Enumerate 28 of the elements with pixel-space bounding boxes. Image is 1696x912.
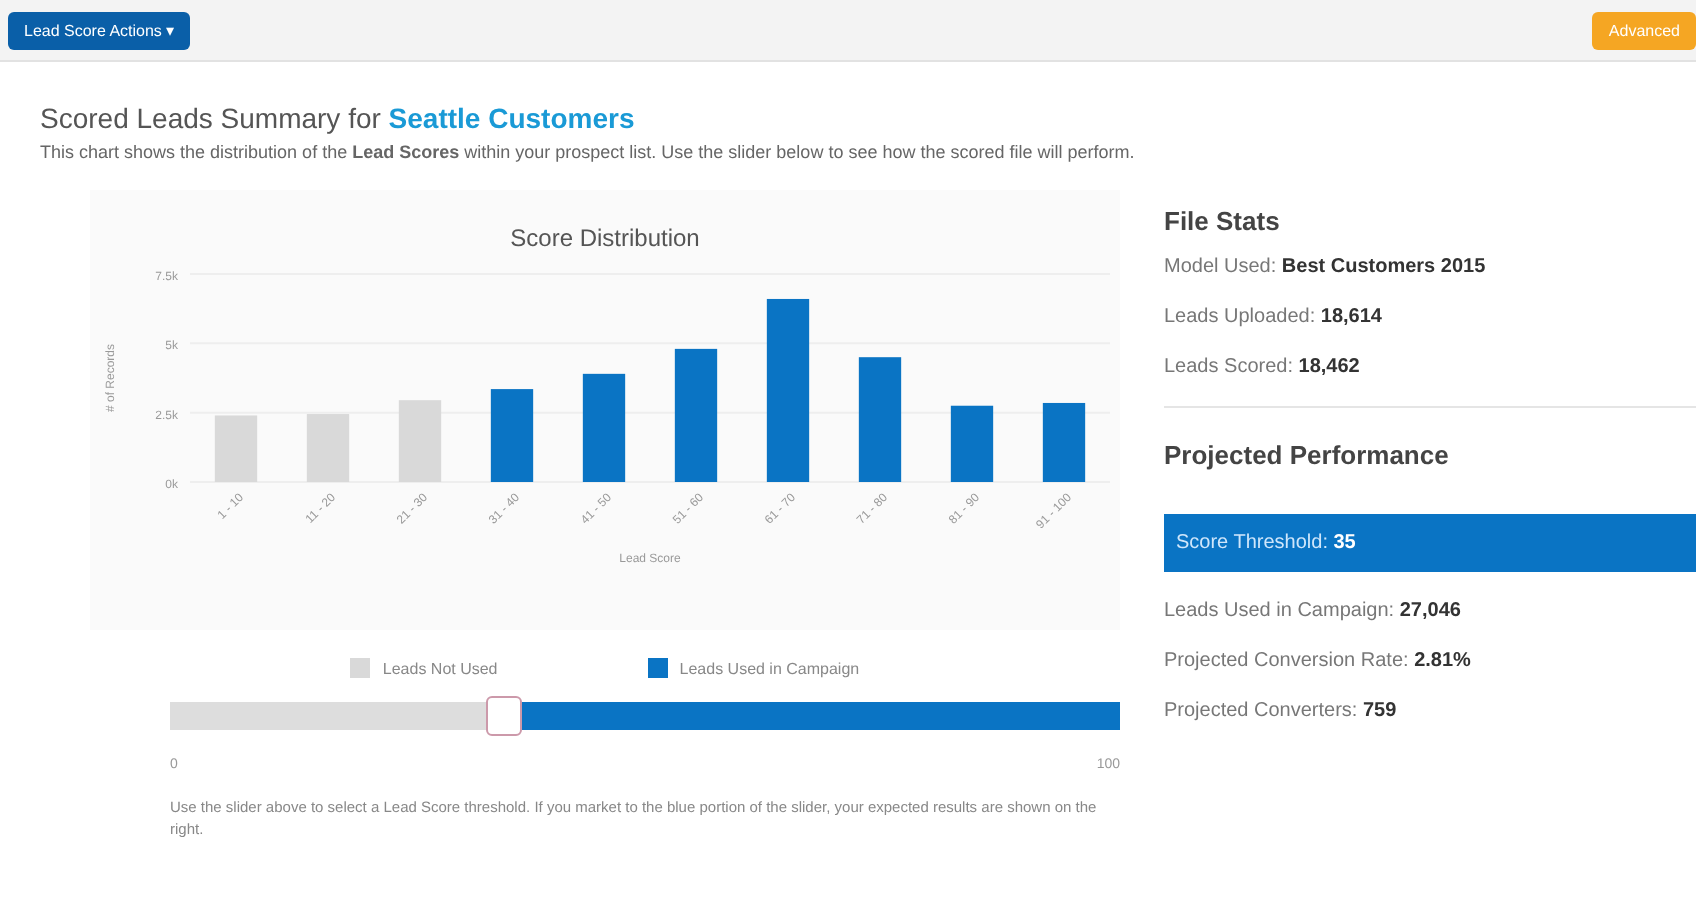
section-title: Projected Performance xyxy=(1164,440,1451,470)
bar xyxy=(950,405,994,482)
bar xyxy=(582,373,626,482)
actions-dropdown-button[interactable]: Lead Score Actions ▾ xyxy=(8,11,191,49)
bar xyxy=(674,348,718,482)
advanced-button[interactable]: Advanced xyxy=(1592,11,1696,49)
bar xyxy=(214,415,258,482)
stat-text: Projected Conversion Rate: 2.81% xyxy=(1164,650,1473,672)
list-link[interactable]: Seattle Customers xyxy=(388,102,635,134)
chart-title: Score Distribution xyxy=(510,224,700,252)
legend-label: Leads Not Used xyxy=(382,659,498,677)
stat-text: Model Used: Best Customers 2015 xyxy=(1164,256,1488,278)
stat-text: Projected Converters: 759 xyxy=(1164,700,1399,722)
bar xyxy=(306,414,350,482)
stat-text: Leads Scored: 18,462 xyxy=(1164,356,1362,378)
page-title: Scored Leads Summary for xyxy=(40,102,383,134)
description-text: This chart shows the distribution of the Lead Scores within your prospect list. Use the slider below to see how the scored file will perform. xyxy=(40,142,1137,162)
slider-handle[interactable] xyxy=(486,696,523,736)
bar xyxy=(398,400,442,482)
bar xyxy=(1042,402,1086,482)
bar xyxy=(858,357,902,482)
bar xyxy=(490,389,534,482)
legend-label: Leads Used in Campaign xyxy=(679,659,860,677)
stat-text: Leads Used in Campaign: 27,046 xyxy=(1164,600,1463,622)
stat-text: Leads Uploaded: 18,614 xyxy=(1164,306,1384,328)
section-title: File Stats xyxy=(1164,206,1282,236)
threshold-slider[interactable] xyxy=(170,702,1120,730)
threshold-banner: Score Threshold: 35 xyxy=(1164,514,1696,572)
